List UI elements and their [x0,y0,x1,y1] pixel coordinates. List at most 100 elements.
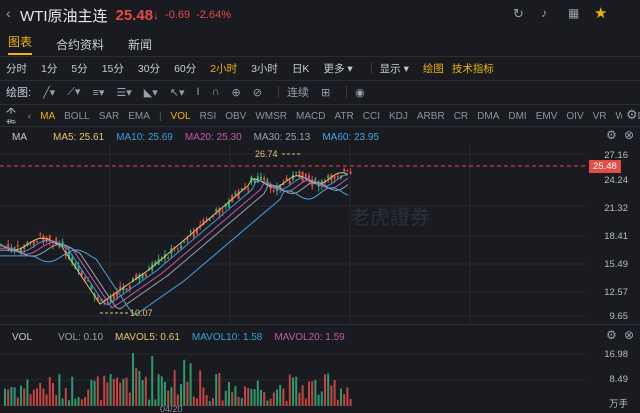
ma-legend: MA MA5: 25.61 MA10: 25.69 MA20: 25.30 MA… [0,130,640,144]
back-icon[interactable]: ‹ [6,5,11,21]
indicator-toggle[interactable]: 技术指标 [452,61,494,76]
indicator-macd[interactable]: MACD [296,111,325,122]
volume-bar [244,386,246,406]
volume-bar [340,388,342,406]
volume-bar [103,375,106,406]
price-change: -0.69 [165,9,191,21]
visibility-icon[interactable]: ◉ [355,86,365,99]
volume-bar [125,377,128,406]
tf-60m[interactable]: 60分 [174,61,196,76]
tf-5m[interactable]: 5分 [71,61,87,76]
indicator-rsi[interactable]: RSI [200,111,217,122]
bell-icon[interactable]: ♪ [541,6,547,20]
volume-bar [333,379,336,406]
arrow-tool-icon[interactable]: ↖▾ [170,86,185,99]
tab-contract-info[interactable]: 合约资料 [56,36,104,53]
indicator-ma[interactable]: MA [40,111,55,122]
candle-body [144,273,147,277]
vol-close-icon[interactable]: ⊗ [624,328,634,342]
channel-tool-icon[interactable]: ≡▾ [92,86,104,99]
polyline-tool-icon[interactable]: ⟋▾ [67,85,80,99]
volume-bar [23,388,26,406]
text-tool-icon[interactable]: I [197,86,200,98]
lock-icon[interactable]: ⊞ [321,86,330,99]
grid-icon[interactable]: ▦ [568,6,579,20]
volume-bar [221,400,224,406]
volume-bar [148,399,150,406]
line-tool-icon[interactable]: ╱▾ [43,86,55,99]
volume-bar [218,373,221,406]
tf-daily[interactable]: 日K [292,61,310,76]
candlestick-chart[interactable]: 老虎證券 26.74 10.07 [0,144,640,324]
vol-unit: 万手 [608,399,628,410]
volume-bar [138,371,141,406]
indicator-prev-icon[interactable]: ‹ [28,111,31,122]
volume-chart[interactable]: 04/20 [0,346,640,413]
tf-more[interactable]: 更多 ▾ [323,61,352,76]
indicator-cr[interactable]: CR [454,111,468,122]
volume-bar [109,373,112,406]
volume-bar [64,387,67,406]
fib-tool-icon[interactable]: ☰▾ [116,86,131,99]
indicator-boll[interactable]: BOLL [64,111,90,122]
volume-bar [183,359,186,406]
tab-news[interactable]: 新闻 [128,36,152,53]
indicator-vr[interactable]: VR [593,111,607,122]
indicator-dma[interactable]: DMA [477,111,499,122]
volume-bar [93,380,96,406]
magnet-icon[interactable]: ∩ [212,86,220,98]
tf-3h[interactable]: 3小时 [251,61,278,76]
vol-settings-icon[interactable]: ⚙ [606,328,617,342]
volume-bar [269,398,272,406]
candle-body [234,192,237,195]
tf-timeshare[interactable]: 分时 [6,61,27,76]
indicator-emv[interactable]: EMV [536,111,558,122]
tf-30m[interactable]: 30分 [138,61,160,76]
indicator-sar[interactable]: SAR [99,111,120,122]
volume-bar [196,398,198,406]
display-menu[interactable]: 显示 ▾ [380,61,409,76]
ma-legend-name[interactable]: MA [12,132,27,143]
volume-bar [10,387,13,406]
indicator-obv[interactable]: OBV [225,111,246,122]
star-icon[interactable]: ★ [594,4,607,22]
volume-bar [87,389,90,406]
tf-15m[interactable]: 15分 [102,61,124,76]
indicator-kdj[interactable]: KDJ [389,111,408,122]
indicator-cci[interactable]: CCI [363,111,380,122]
indicator-arbr[interactable]: ARBR [417,111,445,122]
candle-body [84,277,86,279]
eraser-icon[interactable]: ⊘ [253,86,262,99]
indicator-dmi[interactable]: DMI [508,111,526,122]
indicator-atr[interactable]: ATR [334,111,353,122]
volume-bar [349,399,352,406]
volume-bar [164,381,166,406]
continuous-toggle[interactable]: 连续 [287,84,309,100]
tab-chart[interactable]: 图表 [8,33,33,55]
volume-bar [16,397,19,406]
tf-2h[interactable]: 2小时 [210,61,237,76]
ma-settings-icon[interactable]: ⚙ [606,128,617,142]
indicator-ema[interactable]: EMA [128,111,150,122]
tf-1m[interactable]: 1分 [41,61,57,76]
vol-legend-name[interactable]: VOL [12,332,32,343]
candle-body [167,257,170,259]
volume-bar [250,388,253,406]
candle-body [333,176,336,179]
refresh-icon[interactable]: ↻ [513,6,524,22]
draw-toggle[interactable]: 绘图 [423,61,444,76]
volume-bar [205,394,208,406]
indicator-wmsr[interactable]: WMSR [255,111,287,122]
triangle-tool-icon[interactable]: ◣▾ [144,86,158,99]
indicator-vol[interactable]: VOL [171,111,191,122]
instrument-title: WTI原油主连 [20,7,108,25]
candle-body [343,169,346,172]
indicator-settings-icon[interactable]: ⚙ [622,107,638,123]
zoom-icon[interactable]: ⊕ [232,86,241,99]
indicator-oiv[interactable]: OIV [566,111,583,122]
ma-close-icon[interactable]: ⊗ [624,128,634,142]
candle-body [16,245,19,247]
volume-bar [135,368,138,406]
volume-bar [346,387,349,406]
drawing-toolbar: 绘图: ╱▾ ⟋▾ ≡▾ ☰▾ ◣▾ ↖▾ I ∩ ⊕ ⊘ 连续 ⊞ ◉ [0,84,640,100]
